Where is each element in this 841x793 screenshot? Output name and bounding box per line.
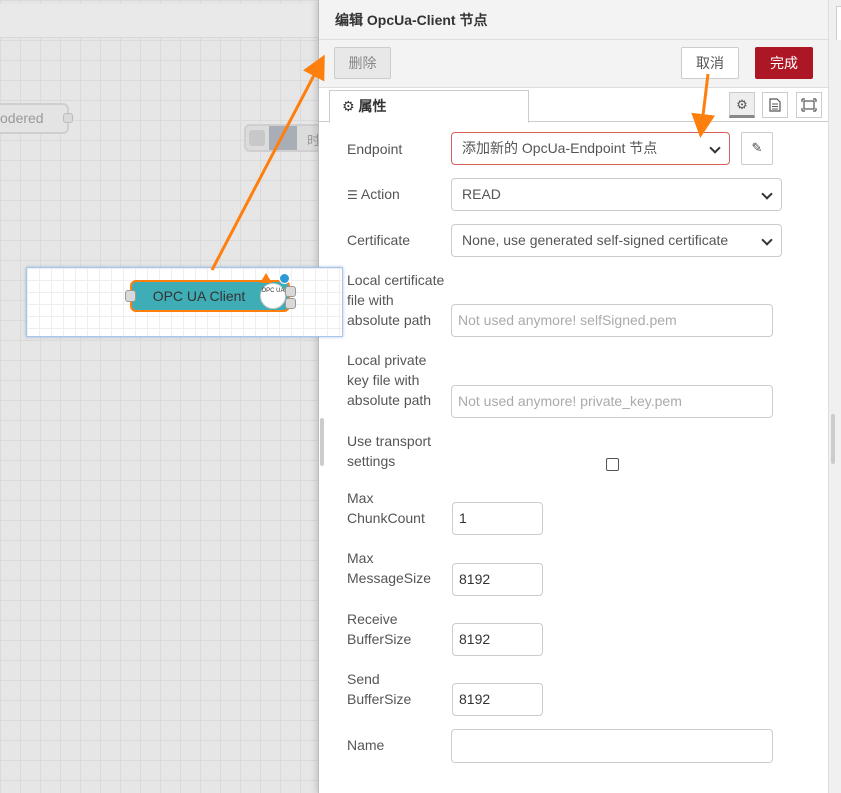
- max-msg-label-1: Max: [347, 550, 374, 566]
- tray-scrollbar[interactable]: [828, 0, 841, 793]
- tab-settings[interactable]: ⚙: [729, 92, 755, 118]
- local-key-label-2: key file with: [347, 372, 420, 388]
- max-chunk-input[interactable]: 1: [452, 502, 543, 535]
- node-preview-panel: OPC UA Client OPC UA: [26, 267, 343, 337]
- endpoint-label: Endpoint: [347, 141, 403, 157]
- flow-workspace[interactable]: odered 时: [0, 0, 318, 793]
- ghost-node-2[interactable]: 时: [244, 124, 318, 152]
- local-cert-input[interactable]: Not used anymore! selfSigned.pem: [451, 304, 773, 337]
- edit-tray: 编辑 OpcUa-Client 节点 删除 取消 完成 ⚙ 属性 ⚙ Endpo…: [318, 0, 829, 793]
- local-cert-label-2: file with: [347, 292, 394, 308]
- tray-resize-handle[interactable]: [320, 418, 324, 466]
- ghost-node-2-button[interactable]: [249, 130, 265, 146]
- tray-toolbar: 删除 取消 完成: [319, 40, 829, 88]
- certificate-select[interactable]: None, use generated self-signed certific…: [451, 224, 782, 257]
- tab-appearance[interactable]: [796, 92, 822, 118]
- tab-description[interactable]: [762, 92, 788, 118]
- pencil-icon: ✎: [751, 140, 763, 155]
- action-label: Action: [360, 186, 400, 202]
- max-msg-input[interactable]: 8192: [452, 563, 543, 596]
- list-icon: ☰: [347, 188, 358, 202]
- max-chunk-label-2: ChunkCount: [347, 510, 425, 526]
- send-label-2: BufferSize: [347, 691, 412, 707]
- gear-icon: ⚙: [342, 98, 355, 114]
- ghost-node-2-icon: [269, 126, 297, 150]
- ghost-node-label: odered: [0, 110, 44, 126]
- gear-icon: ⚙: [736, 97, 748, 112]
- tab-properties-label: 属性: [358, 98, 387, 114]
- recv-label-2: BufferSize: [347, 631, 412, 647]
- recv-label-1: Receive: [347, 611, 398, 627]
- action-select[interactable]: READ: [451, 178, 782, 211]
- transport-checkbox[interactable]: [606, 458, 619, 471]
- transport-label-2: settings: [347, 453, 396, 469]
- frame-icon: [801, 98, 817, 112]
- tray-title: 编辑 OpcUa-Client 节点: [319, 0, 829, 40]
- document-icon: [769, 98, 781, 112]
- send-buffer-input[interactable]: 8192: [452, 683, 543, 716]
- max-msg-label-2: MessageSize: [347, 570, 432, 586]
- action-label-row: ☰ Action: [347, 184, 400, 205]
- local-key-label-1: Local private: [347, 352, 427, 368]
- transport-label-1: Use transport: [347, 433, 432, 449]
- ghost-node[interactable]: odered: [0, 103, 69, 134]
- local-cert-label-1: Local certificate: [347, 272, 445, 288]
- scrollbar-cap: [836, 6, 841, 40]
- endpoint-select[interactable]: 添加新的 OpcUa-Endpoint 节点: [451, 132, 730, 165]
- node-output-port-1[interactable]: [285, 286, 296, 297]
- node-output-port-2[interactable]: [285, 298, 296, 309]
- local-key-input[interactable]: Not used anymore! private_key.pem: [451, 385, 773, 418]
- name-input[interactable]: [451, 729, 773, 763]
- warning-icon: [260, 273, 272, 283]
- local-key-label-3: absolute path: [347, 392, 432, 408]
- ghost-node-2-label: 时: [307, 133, 318, 148]
- tab-properties[interactable]: ⚙ 属性: [329, 90, 529, 123]
- ghost-node-port[interactable]: [63, 113, 73, 123]
- tray-tabs: ⚙ 属性 ⚙: [319, 88, 829, 123]
- endpoint-edit-button[interactable]: ✎: [741, 132, 773, 165]
- node-label: OPC UA Client: [152, 288, 246, 304]
- delete-button[interactable]: 删除: [334, 47, 391, 79]
- opc-ua-client-node[interactable]: OPC UA Client OPC UA: [125, 273, 296, 312]
- workspace-tab-strip: [0, 4, 318, 38]
- name-label: Name: [347, 737, 385, 753]
- opc-ua-logo-icon: OPC UA: [260, 283, 286, 309]
- scrollbar-thumb[interactable]: [831, 414, 835, 464]
- logo-text: OPC UA: [261, 288, 285, 294]
- send-label-1: Send: [347, 671, 380, 687]
- done-button[interactable]: 完成: [755, 47, 813, 79]
- changed-indicator-icon: [279, 273, 290, 284]
- local-cert-label-3: absolute path: [347, 312, 432, 328]
- certificate-label: Certificate: [347, 232, 411, 248]
- cancel-button[interactable]: 取消: [681, 47, 739, 79]
- max-chunk-label-1: Max: [347, 490, 374, 506]
- recv-buffer-input[interactable]: 8192: [452, 623, 543, 656]
- node-input-port[interactable]: [125, 290, 136, 302]
